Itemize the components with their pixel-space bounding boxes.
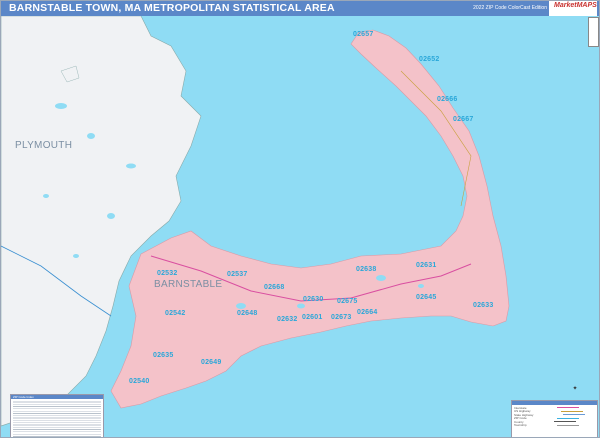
zip-label: 02652 xyxy=(419,56,440,63)
zip-label: 02631 xyxy=(416,262,437,269)
zip-label: 02667 xyxy=(453,116,474,123)
zip-label: 02668 xyxy=(264,284,285,291)
county-label-barnstable: BARNSTABLE xyxy=(154,279,223,290)
publisher-logo: MarketMAPS xyxy=(548,1,597,16)
zip-label: 02632 xyxy=(277,316,298,323)
compass-icon: ✦ xyxy=(572,386,578,392)
logo-text: MarketMAPS xyxy=(554,2,597,9)
legend-header xyxy=(512,401,597,405)
index-title: ZIP Code Index xyxy=(11,395,103,399)
zip-label: 02673 xyxy=(331,314,352,321)
zip-label: 02649 xyxy=(201,359,222,366)
zip-label: 02645 xyxy=(416,294,437,301)
zip-label: 02532 xyxy=(157,270,178,277)
legend-swatch xyxy=(556,424,579,426)
zip-label: 02657 xyxy=(353,31,374,38)
index-table xyxy=(13,400,101,437)
legend-swatch xyxy=(556,407,579,409)
zip-label: 02633 xyxy=(473,302,494,309)
legend-swatch xyxy=(560,410,583,412)
zip-label: 02664 xyxy=(357,309,378,316)
zip-label: 02635 xyxy=(153,352,174,359)
legend-label: Township xyxy=(514,423,527,428)
legend-swatch xyxy=(553,421,576,423)
zip-label: 02675 xyxy=(337,298,358,305)
edition-label: 2022 ZIP Code ColorCast Edition xyxy=(473,5,547,11)
title-bar: BARNSTABLE TOWN, MA METROPOLITAN STATIST… xyxy=(1,1,599,16)
side-info-strip xyxy=(588,17,599,47)
map-frame: BARNSTABLE TOWN, MA METROPOLITAN STATIST… xyxy=(0,0,600,438)
zip-label: 02542 xyxy=(165,310,186,317)
map-drawing xyxy=(1,16,510,427)
zip-label: 02666 xyxy=(437,96,458,103)
legend-swatch xyxy=(556,417,579,419)
map-legend: Interstate US Highway State Highway ZIP … xyxy=(511,400,598,437)
legend-row: Township xyxy=(514,423,595,428)
zip-code-index: ZIP Code Index xyxy=(10,394,104,437)
map-title: BARNSTABLE TOWN, MA METROPOLITAN STATIST… xyxy=(9,2,335,14)
legend-swatch xyxy=(563,414,586,416)
zip-label: 02537 xyxy=(227,271,248,278)
county-label-plymouth: PLYMOUTH xyxy=(15,140,73,151)
zip-label: 02540 xyxy=(129,378,150,385)
zip-label: 02648 xyxy=(237,310,258,317)
zip-label: 02638 xyxy=(356,266,377,273)
map-canvas[interactable]: PLYMOUTH BARNSTABLE 02657 02652 02666 02… xyxy=(1,16,599,437)
zip-label: 02630 xyxy=(303,296,324,303)
zip-label: 02601 xyxy=(302,314,323,321)
